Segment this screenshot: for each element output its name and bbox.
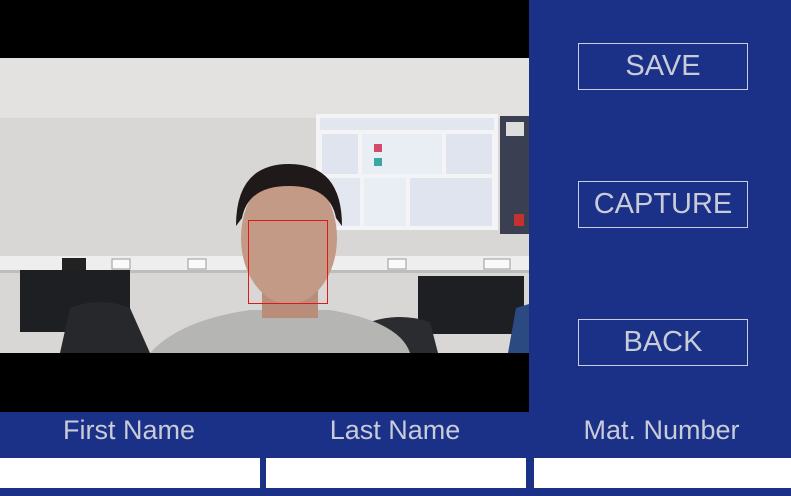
last-name-input[interactable] xyxy=(266,458,526,488)
mat-number-label: Mat. Number xyxy=(583,415,740,445)
capture-button[interactable]: CAPTURE xyxy=(578,181,748,228)
first-name-input[interactable] xyxy=(0,458,260,488)
face-detection-box xyxy=(248,220,328,304)
last-name-label: Last Name xyxy=(329,415,461,445)
mat-number-input[interactable] xyxy=(534,458,791,488)
app-window: SAVE CAPTURE BACK First Name Last Name M… xyxy=(0,0,791,496)
first-name-label: First Name xyxy=(62,415,195,445)
save-button[interactable]: SAVE xyxy=(578,43,748,90)
form-labels: First Name Last Name Mat. Number xyxy=(0,412,791,454)
control-panel: SAVE CAPTURE BACK xyxy=(529,0,791,412)
camera-image xyxy=(0,58,529,353)
back-button[interactable]: BACK xyxy=(578,319,748,366)
camera-preview xyxy=(0,0,529,412)
